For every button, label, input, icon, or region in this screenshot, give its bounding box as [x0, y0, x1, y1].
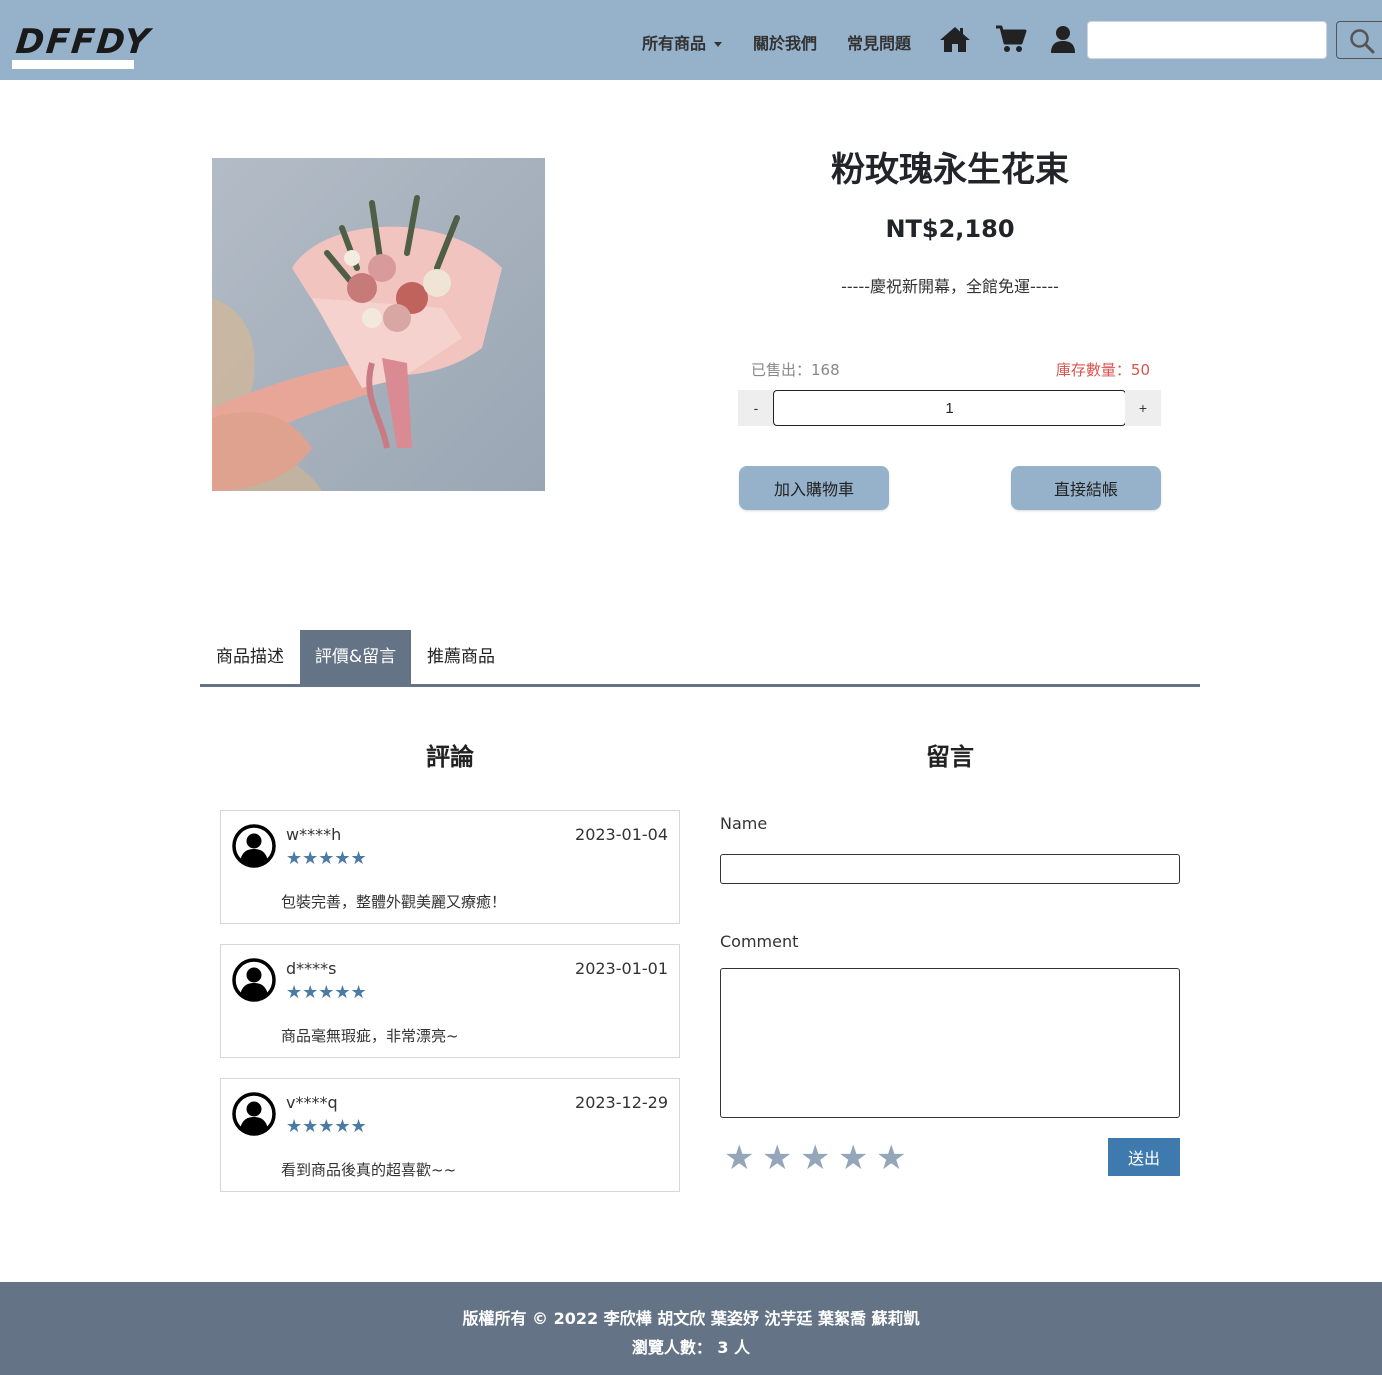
brand-underline — [12, 60, 134, 69]
review-date: 2023-01-04 — [575, 825, 668, 844]
rating-star-3[interactable]: ★ — [800, 1138, 830, 1178]
review-date: 2023-12-29 — [575, 1093, 668, 1112]
user-icon[interactable] — [1047, 24, 1079, 56]
footer-visitor-count: 瀏覽人數： 3 人 — [631, 1338, 751, 1357]
review-stars: ★★★★★ — [286, 982, 367, 1003]
avatar-icon — [232, 824, 276, 868]
nav-about-link[interactable]: 關於我們 — [753, 30, 817, 54]
review-user: d****s — [286, 959, 337, 978]
avatar-icon — [232, 1092, 276, 1136]
nav-all-products-label: 所有商品 — [642, 34, 707, 53]
tab-recommended[interactable]: 推薦商品 — [411, 630, 511, 684]
footer: 版權所有 © 2022 李欣樺 胡文欣 葉姿妤 沈芋廷 葉絮喬 蘇莉凱 瀏覽人數… — [0, 1282, 1382, 1375]
review-text: 商品毫無瑕疵，非常漂亮~ — [281, 1027, 459, 1045]
reviews-heading: 評論 — [426, 743, 474, 771]
name-field[interactable] — [720, 854, 1180, 884]
quantity-input[interactable] — [773, 390, 1126, 426]
review-card: d****s 2023-01-01 ★★★★★ 商品毫無瑕疵，非常漂亮~ — [220, 944, 680, 1058]
review-text: 包裝完善，整體外觀美麗又療癒！ — [281, 893, 507, 911]
search-icon — [1350, 29, 1375, 54]
rating-star-1[interactable]: ★ — [724, 1138, 754, 1178]
review-user: v****q — [286, 1093, 338, 1112]
comment-label: Comment — [720, 932, 799, 951]
comment-field[interactable] — [720, 968, 1180, 1118]
nav-faq-link[interactable]: 常見問題 — [847, 30, 911, 54]
stock-count: 庫存數量：50 — [1055, 361, 1150, 379]
search-input[interactable] — [1087, 21, 1327, 59]
brand-logo[interactable]: DFFDY — [12, 18, 153, 70]
checkout-button[interactable]: 直接結帳 — [1011, 466, 1161, 510]
sold-count: 已售出：168 — [751, 361, 840, 379]
cart-icon[interactable] — [995, 24, 1027, 56]
nav-all-products-dropdown[interactable]: 所有商品 — [642, 30, 723, 54]
rating-star-5[interactable]: ★ — [876, 1138, 906, 1178]
quantity-increase-button[interactable]: + — [1125, 390, 1161, 426]
tab-reviews[interactable]: 評價&留言 — [300, 630, 411, 684]
search-button[interactable] — [1336, 21, 1382, 59]
review-text: 看到商品後真的超喜歡~~ — [281, 1161, 457, 1179]
review-card: v****q 2023-12-29 ★★★★★ 看到商品後真的超喜歡~~ — [220, 1078, 680, 1192]
avatar-icon — [232, 958, 276, 1002]
caret-down-icon — [714, 42, 723, 47]
add-to-cart-button[interactable]: 加入購物車 — [739, 466, 889, 510]
product-price: NT$2,180 — [885, 215, 1015, 243]
brand-logo-text: DFFDY — [13, 22, 153, 62]
product-image — [212, 158, 545, 491]
product-title: 粉玫瑰永生花束 — [831, 150, 1069, 190]
navbar: DFFDY 所有商品 關於我們 常見問題 — [0, 0, 1382, 80]
promo-text: -----慶祝新開幕，全館免運----- — [841, 277, 1059, 296]
home-icon[interactable] — [939, 24, 971, 56]
tab-description[interactable]: 商品描述 — [200, 630, 300, 684]
footer-copyright: 版權所有 © 2022 李欣樺 胡文欣 葉姿妤 沈芋廷 葉絮喬 蘇莉凱 — [462, 1309, 920, 1328]
review-user: w****h — [286, 825, 342, 844]
review-date: 2023-01-01 — [575, 959, 668, 978]
review-stars: ★★★★★ — [286, 848, 367, 869]
rating-star-2[interactable]: ★ — [762, 1138, 792, 1178]
quantity-decrease-button[interactable]: - — [738, 390, 774, 426]
submit-comment-button[interactable]: 送出 — [1108, 1138, 1180, 1176]
comment-heading: 留言 — [926, 743, 974, 771]
name-label: Name — [720, 814, 768, 833]
product-tabs: 商品描述 評價&留言 推薦商品 — [200, 630, 1200, 687]
review-card: w****h 2023-01-04 ★★★★★ 包裝完善，整體外觀美麗又療癒！ — [220, 810, 680, 924]
review-stars: ★★★★★ — [286, 1116, 367, 1137]
rating-star-4[interactable]: ★ — [838, 1138, 868, 1178]
